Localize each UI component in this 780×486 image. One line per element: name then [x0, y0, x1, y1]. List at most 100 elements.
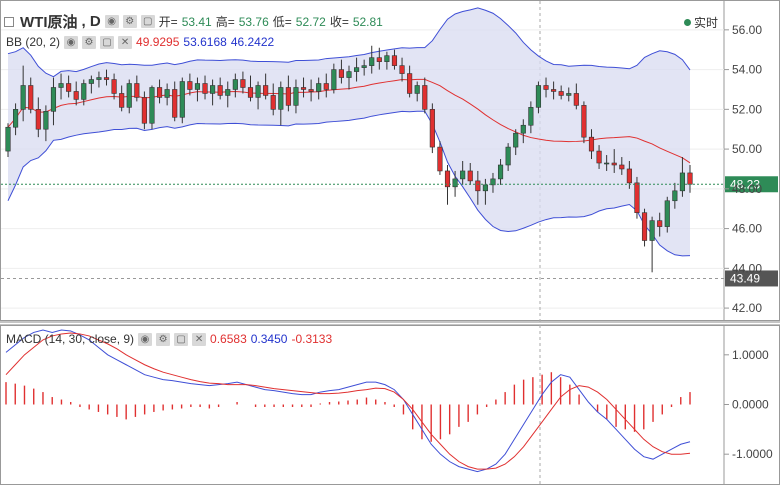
candle-body: [66, 83, 72, 92]
candle-body: [179, 81, 185, 118]
candle-body: [225, 89, 231, 96]
candle-body: [604, 162, 610, 165]
candle-body: [505, 146, 511, 166]
macd-eye-icon[interactable]: ◉: [138, 332, 153, 346]
open-value: 53.41: [181, 14, 212, 29]
candle-body: [247, 87, 254, 98]
candle-body: [88, 79, 94, 84]
macd-more-icon[interactable]: ▢: [174, 332, 189, 346]
candle-body: [460, 170, 466, 180]
macd-tick-label: 1.0000: [732, 348, 769, 362]
bb-basis-value: 49.9295: [136, 35, 180, 49]
macd-label[interactable]: MACD (14, 30, close, 9): [6, 332, 134, 346]
candle-body: [149, 87, 155, 124]
more-icon[interactable]: ▢: [140, 15, 155, 28]
candle-body: [672, 190, 678, 202]
bb-settings-icon[interactable]: ⚙: [82, 35, 97, 49]
candle-body: [543, 85, 549, 90]
candle-body: [217, 85, 223, 96]
candle-body: [467, 170, 473, 182]
candle-body: [50, 87, 57, 112]
bb-label[interactable]: BB (20, 2): [6, 35, 60, 49]
price-axes: 42.00 44.00 46.00 48.00 50.00 52.00 54.00 56.00…: [724, 23, 773, 461]
eye-icon[interactable]: ◉: [104, 15, 119, 28]
candle-body: [535, 85, 542, 108]
candle-body: [687, 172, 693, 185]
candle-body: [96, 77, 102, 80]
candle-body: [20, 85, 26, 110]
candle-body: [210, 85, 216, 94]
candle-body: [399, 65, 405, 74]
chart-canvas[interactable]: 48.2343.49 42.0044.0046.0048.0050.0052.0…: [0, 0, 780, 486]
candle-body: [202, 83, 208, 94]
candle-body: [641, 212, 648, 241]
realtime-dot-icon: [683, 19, 691, 26]
candle-body: [293, 87, 299, 106]
candle-body: [134, 83, 140, 98]
candle-body: [588, 136, 595, 152]
candle-body: [429, 109, 435, 148]
settings-icon[interactable]: ⚙: [122, 15, 137, 28]
candle-body: [270, 95, 276, 110]
price-tick-label: 44.00: [732, 261, 762, 275]
price-tick-label: 50.00: [732, 142, 762, 156]
candle-body: [338, 69, 344, 78]
bb-more-icon[interactable]: ▢: [100, 35, 115, 49]
candle-body: [626, 168, 632, 184]
collapse-icon[interactable]: [4, 16, 14, 27]
candle-body: [369, 57, 375, 66]
symbol-title[interactable]: WTI原油: [20, 11, 78, 32]
price-tick-label: 42.00: [732, 301, 762, 315]
candle-body: [58, 83, 64, 88]
candle-body: [13, 109, 19, 128]
candle-body: [323, 83, 329, 90]
candle-body: [240, 79, 246, 88]
low-value: 52.72: [295, 14, 326, 29]
candle-body: [422, 85, 428, 110]
candle-body: [437, 146, 443, 172]
candle-body: [497, 164, 504, 180]
candle-body: [558, 91, 564, 96]
candle-body: [278, 87, 284, 110]
candle-body: [391, 55, 398, 66]
high-value: 53.76: [238, 14, 269, 29]
candle-body: [551, 89, 557, 92]
macd-hist-value: -0.3133: [291, 332, 333, 346]
candle-body: [43, 111, 49, 130]
candle-body: [634, 182, 640, 213]
candle-body: [126, 83, 132, 108]
candle-body: [255, 85, 261, 98]
macd-signal-value: 0.3450: [250, 332, 288, 346]
price-tick-label: 56.00: [732, 23, 762, 37]
candle-body: [5, 126, 11, 152]
candle-body: [414, 85, 420, 94]
candle-body: [482, 184, 488, 192]
macd-settings-icon[interactable]: ⚙: [156, 332, 171, 346]
candle-body: [103, 77, 110, 80]
candle-body: [308, 89, 314, 92]
macd-legend: MACD (14, 30, close, 9) ◉ ⚙ ▢ ✕ 0.6583 0…: [6, 332, 332, 346]
candle-body: [475, 180, 481, 192]
candle-body: [657, 220, 663, 227]
candle-body: [194, 83, 201, 90]
timeframe-label[interactable]: , D: [82, 13, 101, 30]
candle-body: [172, 89, 178, 118]
realtime-indicator[interactable]: 实时: [683, 14, 718, 31]
candle-body: [611, 162, 617, 166]
candle-body: [346, 71, 352, 78]
high-label: 高=: [215, 15, 235, 29]
candle-body: [520, 124, 526, 134]
macd-tick-label: -1.0000: [732, 447, 773, 461]
candle-body: [141, 97, 147, 124]
candle-body: [35, 109, 41, 130]
bb-eye-icon[interactable]: ◉: [64, 35, 79, 49]
candle-body: [73, 91, 79, 100]
main-legend: WTI原油, D ◉ ⚙ ▢ 开= 53.41 高= 53.76 低= 52.72 收…: [4, 11, 383, 32]
candle-body: [528, 107, 534, 126]
low-label: 低=: [272, 15, 292, 29]
bb-close-icon[interactable]: ✕: [118, 35, 133, 49]
candle-body: [300, 87, 307, 90]
candle-body: [28, 85, 34, 110]
candle-body: [566, 93, 572, 96]
macd-close-icon[interactable]: ✕: [192, 332, 207, 346]
